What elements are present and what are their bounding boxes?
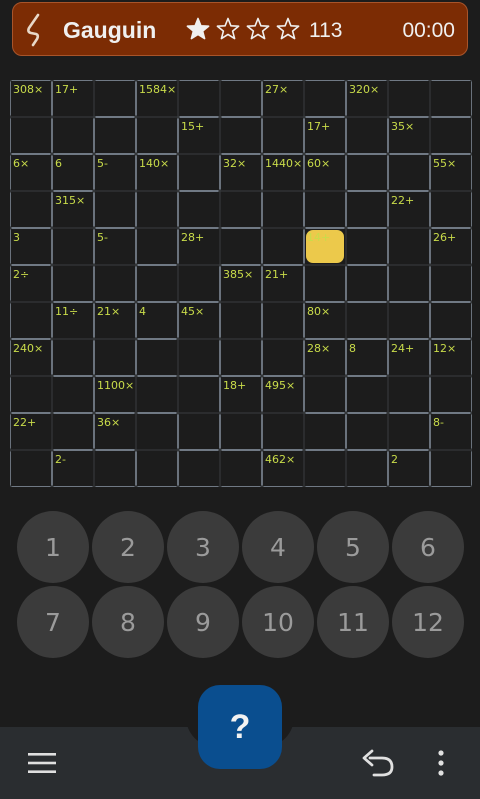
cage-label: 495× xyxy=(265,379,296,392)
cage-label: 1440× xyxy=(265,157,303,170)
menu-icon[interactable] xyxy=(27,750,57,776)
cage-label: 240× xyxy=(13,342,44,355)
cage-label: 28+ xyxy=(181,231,205,244)
difficulty-stars xyxy=(183,16,303,42)
app-title: Gauguin xyxy=(63,17,157,43)
cage-label: 18+ xyxy=(223,379,247,392)
help-button[interactable]: ? xyxy=(198,685,282,769)
cage-label: 24+ xyxy=(391,342,415,355)
star-empty-icon xyxy=(273,16,303,42)
cage-label: 320× xyxy=(349,83,380,96)
more-vertical-icon[interactable] xyxy=(430,748,452,778)
number-key-1[interactable]: 1 xyxy=(17,511,89,583)
cage-label: 1100× xyxy=(97,379,135,392)
cage-label: 140× xyxy=(139,157,170,170)
timer: 00:00 xyxy=(402,19,455,42)
cage-label: 12× xyxy=(433,342,457,355)
cage-label: 462× xyxy=(265,453,296,466)
cage-label: 60× xyxy=(307,157,331,170)
grid-lines xyxy=(10,80,472,487)
cage-label: 11÷ xyxy=(55,305,79,318)
number-key-7[interactable]: 7 xyxy=(17,586,89,658)
cage-label: 21+ xyxy=(265,268,289,281)
cage-label: 6 xyxy=(55,157,62,170)
number-key-5[interactable]: 5 xyxy=(317,511,389,583)
number-key-4[interactable]: 4 xyxy=(242,511,314,583)
cage-label: 22+ xyxy=(13,416,37,429)
number-key-8[interactable]: 8 xyxy=(92,586,164,658)
star-empty-icon xyxy=(213,16,243,42)
cage-label: 36× xyxy=(97,416,121,429)
number-key-10[interactable]: 10 xyxy=(242,586,314,658)
number-key-12[interactable]: 12 xyxy=(392,586,464,658)
number-key-6[interactable]: 6 xyxy=(392,511,464,583)
cage-label: 15+ xyxy=(181,120,205,133)
cage-label: 1584× xyxy=(139,83,177,96)
cage-label: 80× xyxy=(307,305,331,318)
star-filled-icon xyxy=(183,16,213,42)
cage-label: 6× xyxy=(13,157,30,170)
cage-label: 8 xyxy=(349,342,356,355)
title-bar: Gauguin 113 00:00 xyxy=(12,2,468,56)
gauguin-logo-icon xyxy=(27,13,40,47)
cage-label: 28× xyxy=(307,342,331,355)
cage-label: 5- xyxy=(97,157,108,170)
cage-label: 2- xyxy=(55,453,66,466)
cage-label: 385× xyxy=(223,268,254,281)
undo-icon[interactable] xyxy=(360,748,396,778)
cage-label: 45× xyxy=(181,305,205,318)
number-key-3[interactable]: 3 xyxy=(167,511,239,583)
cage-label: 14+ xyxy=(307,231,331,244)
cage-label: 26+ xyxy=(433,231,457,244)
score: 113 xyxy=(309,19,343,42)
cage-label: 22+ xyxy=(391,194,415,207)
cage-label: 5- xyxy=(97,231,108,244)
cage-label: 2÷ xyxy=(13,268,30,281)
cage-label: 27× xyxy=(265,83,289,96)
number-key-11[interactable]: 11 xyxy=(317,586,389,658)
number-key-2[interactable]: 2 xyxy=(92,511,164,583)
cage-label: 55× xyxy=(433,157,457,170)
cage-label: 4 xyxy=(139,305,146,318)
number-key-9[interactable]: 9 xyxy=(167,586,239,658)
cage-label: 21× xyxy=(97,305,121,318)
cage-label: 308× xyxy=(13,83,44,96)
cage-label: 315× xyxy=(55,194,86,207)
cage-label: 17+ xyxy=(307,120,331,133)
cage-label: 2 xyxy=(391,453,398,466)
app: Gauguin 113 00:00 308× 17+ 1584× 27× 320× 15+… xyxy=(0,0,480,799)
star-empty-icon xyxy=(243,16,273,42)
game-grid[interactable]: 308× 17+ 1584× 27× 320× 15+ 17+ 35× 6× 6 5- 140× 32×… xyxy=(10,80,472,487)
cage-label: 3 xyxy=(13,231,20,244)
cage-label: 8- xyxy=(433,416,444,429)
cage-label: 17+ xyxy=(55,83,79,96)
cage-label: 32× xyxy=(223,157,247,170)
number-pad: 1 2 3 4 5 6 7 8 9 10 11 12 xyxy=(17,511,464,659)
cage-label: 35× xyxy=(391,120,415,133)
